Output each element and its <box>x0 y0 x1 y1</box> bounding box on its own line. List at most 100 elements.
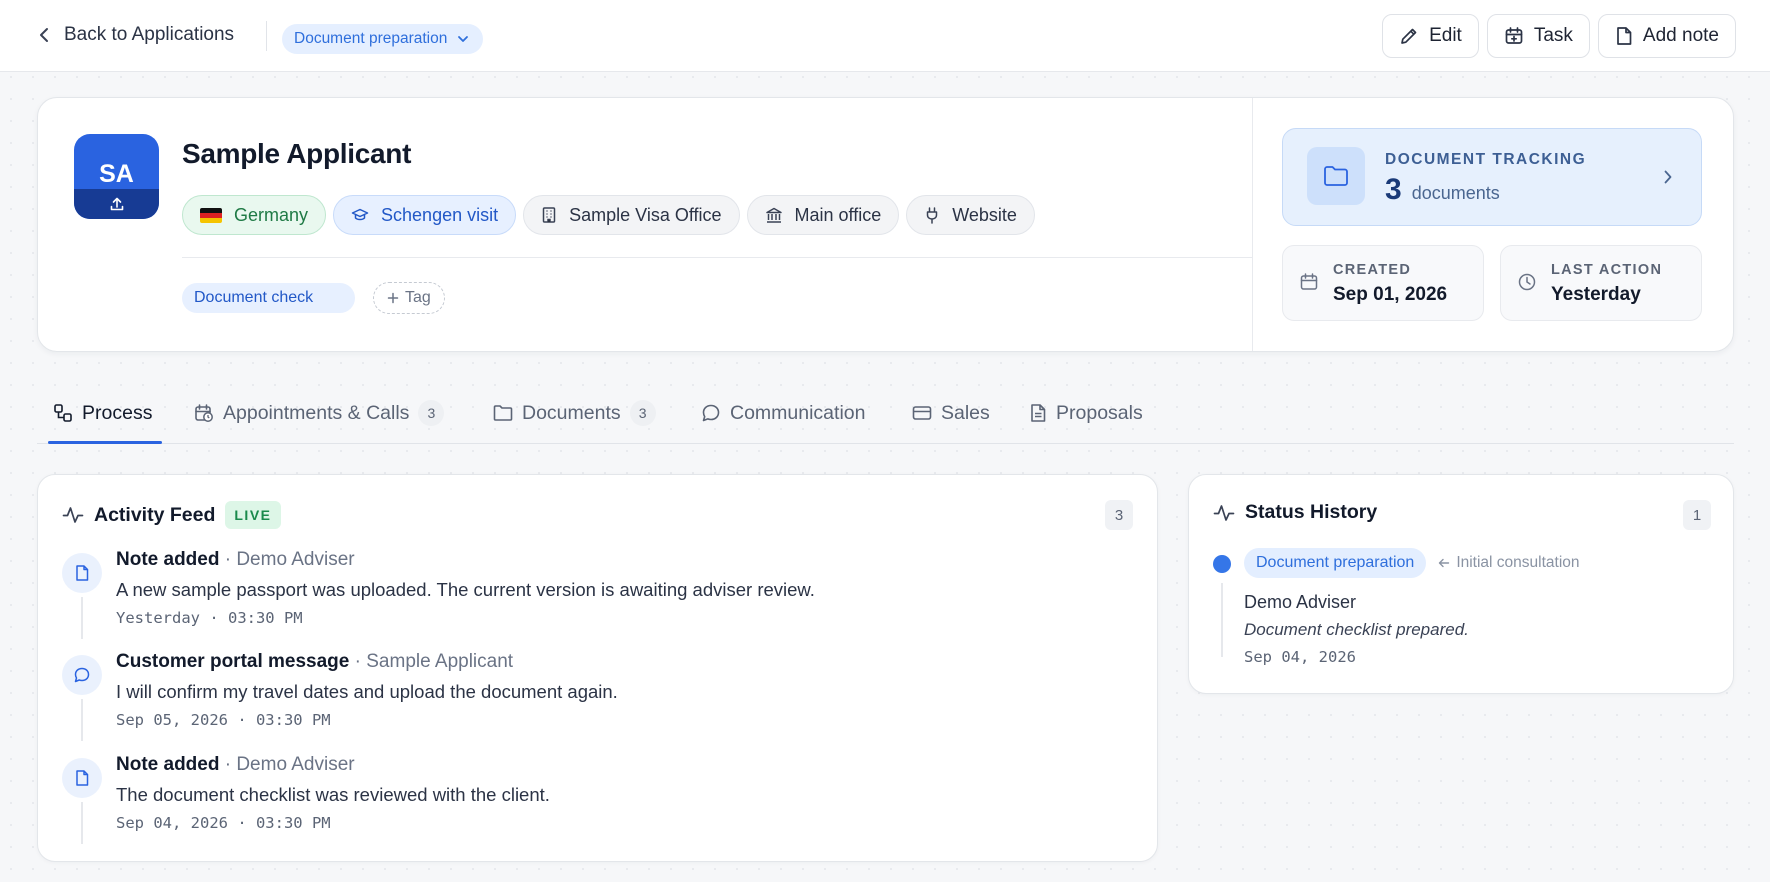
document-count-number: 3 <box>1385 173 1402 206</box>
calendar-icon <box>1299 272 1319 292</box>
edit-button-label: Edit <box>1429 25 1462 46</box>
note-icon <box>62 553 102 593</box>
feed-item-heading: Note added · Demo Adviser <box>116 754 355 776</box>
note-icon <box>1615 26 1633 46</box>
document-tracking-label: DOCUMENT TRACKING <box>1385 151 1587 168</box>
feed-item-author: · Sample Applicant <box>354 651 514 672</box>
tab-proposals[interactable]: Proposals <box>1029 400 1143 426</box>
add-tag-label: Tag <box>405 289 431 306</box>
task-button[interactable]: Task <box>1486 14 1590 58</box>
last-action-info: LAST ACTION Yesterday <box>1500 245 1702 321</box>
applicant-chips: Germany Schengen visit Sample Visa Offic… <box>182 195 1035 235</box>
feed-connector <box>81 597 83 639</box>
calendar-clock-icon <box>194 403 214 423</box>
status-change-note: Document checklist prepared. <box>1244 620 1469 639</box>
office-chip[interactable]: Sample Visa Office <box>523 195 740 235</box>
activity-pulse-icon <box>1213 503 1235 523</box>
feed-item-time: Yesterday · 03:30 PM <box>116 609 303 627</box>
source-chip[interactable]: Website <box>906 195 1035 235</box>
created-value: Sep 01, 2026 <box>1333 284 1448 305</box>
country-chip[interactable]: Germany <box>182 195 327 235</box>
status-dropdown-label: Document preparation <box>294 30 448 47</box>
back-link-label: Back to Applications <box>64 24 235 45</box>
plus-icon <box>387 292 399 304</box>
feed-connector <box>81 699 83 741</box>
back-to-applications-link[interactable]: Back to Applications <box>38 20 234 50</box>
status-change-author: Demo Adviser <box>1244 592 1357 612</box>
tab-sales[interactable]: Sales <box>912 400 990 426</box>
avatar-upload-strip <box>74 189 159 219</box>
feed-item-title: Note added <box>116 549 220 570</box>
activity-feed-panel: Activity Feed LIVE 3 Note added · Demo A… <box>37 474 1158 862</box>
avatar-initials: SA <box>99 160 134 188</box>
created-info: CREATED Sep 01, 2026 <box>1282 245 1484 321</box>
previous-status: Initial consultation <box>1438 554 1580 572</box>
tab-communication[interactable]: Communication <box>701 400 865 426</box>
feed-item-author: · Demo Adviser <box>224 754 355 775</box>
germany-flag-icon <box>200 207 222 223</box>
tab-documents-count: 3 <box>629 400 656 426</box>
feed-item-title: Note added <box>116 754 220 775</box>
activity-count-badge: 3 <box>1105 500 1133 530</box>
tab-appointments-calls[interactable]: Appointments & Calls 3 <box>194 400 445 426</box>
tab-communication-label: Communication <box>730 401 866 424</box>
previous-status-label: Initial consultation <box>1456 554 1580 571</box>
calendar-plus-icon <box>1504 26 1524 46</box>
folder-icon <box>493 404 513 422</box>
activity-feed-header: Activity Feed LIVE <box>62 501 281 529</box>
document-count: 3 documents <box>1385 173 1500 207</box>
status-dropdown[interactable]: Document preparation <box>282 24 484 54</box>
country-chip-label: Germany <box>234 204 309 225</box>
chevron-left-icon <box>38 27 50 43</box>
last-action-value: Yesterday <box>1551 284 1641 305</box>
process-icon <box>53 403 73 423</box>
status-badge: Document preparation <box>1244 548 1427 578</box>
status-change-date: Sep 04, 2026 <box>1244 648 1356 666</box>
status-history-header: Status History <box>1213 501 1377 524</box>
branch-chip-label: Main office <box>794 204 882 225</box>
arrow-left-icon <box>1438 557 1450 569</box>
source-chip-label: Website <box>952 204 1017 225</box>
avatar[interactable]: SA <box>74 134 159 219</box>
edit-button[interactable]: Edit <box>1382 14 1479 58</box>
add-note-button[interactable]: Add note <box>1597 14 1736 58</box>
tab-documents[interactable]: Documents 3 <box>493 400 656 426</box>
feed-item-heading: Note added · Demo Adviser <box>116 549 355 571</box>
created-label: CREATED <box>1333 262 1412 278</box>
activity-pulse-icon <box>62 505 84 525</box>
plug-icon <box>924 206 940 224</box>
building-icon <box>541 206 557 224</box>
tag-row: Document check Tag <box>182 282 445 314</box>
pencil-icon <box>1399 26 1419 46</box>
message-circle-icon <box>62 655 102 695</box>
feed-item-title: Customer portal message <box>116 651 350 672</box>
status-history-count-badge: 1 <box>1683 500 1711 530</box>
card-vertical-divider <box>1252 98 1253 351</box>
tab-process[interactable]: Process <box>53 400 152 426</box>
top-actions: Edit Task Add note <box>1382 14 1736 58</box>
feed-item-body: I will confirm my travel dates and uploa… <box>116 681 618 702</box>
tab-bar: Process Appointments & Calls 3 Documents… <box>37 382 1734 444</box>
feed-item-time: Sep 04, 2026 · 03:30 PM <box>116 814 331 832</box>
tab-proposals-label: Proposals <box>1056 401 1143 424</box>
add-tag-button[interactable]: Tag <box>373 282 445 314</box>
feed-item-heading: Customer portal message · Sample Applica… <box>116 651 513 673</box>
branch-chip[interactable]: Main office <box>746 195 900 235</box>
status-timeline-dot <box>1213 555 1231 573</box>
chevron-down-icon <box>457 34 469 44</box>
tab-documents-label: Documents <box>522 401 621 424</box>
tab-sales-label: Sales <box>941 401 990 424</box>
message-circle-icon <box>701 403 721 423</box>
live-badge: LIVE <box>225 501 281 529</box>
feed-item-author: · Demo Adviser <box>224 549 355 570</box>
activity-feed-title: Activity Feed <box>94 503 216 526</box>
feed-connector <box>81 802 83 844</box>
tag-document-check[interactable]: Document check <box>182 283 355 313</box>
landmark-icon <box>765 206 783 224</box>
feed-item-body: The document checklist was reviewed with… <box>116 784 550 805</box>
visa-type-chip-label: Schengen visit <box>381 204 499 225</box>
upload-icon <box>109 196 125 212</box>
tab-process-label: Process <box>82 401 153 424</box>
visa-type-chip[interactable]: Schengen visit <box>333 195 517 235</box>
document-tracking-card[interactable]: DOCUMENT TRACKING 3 documents <box>1282 128 1702 226</box>
